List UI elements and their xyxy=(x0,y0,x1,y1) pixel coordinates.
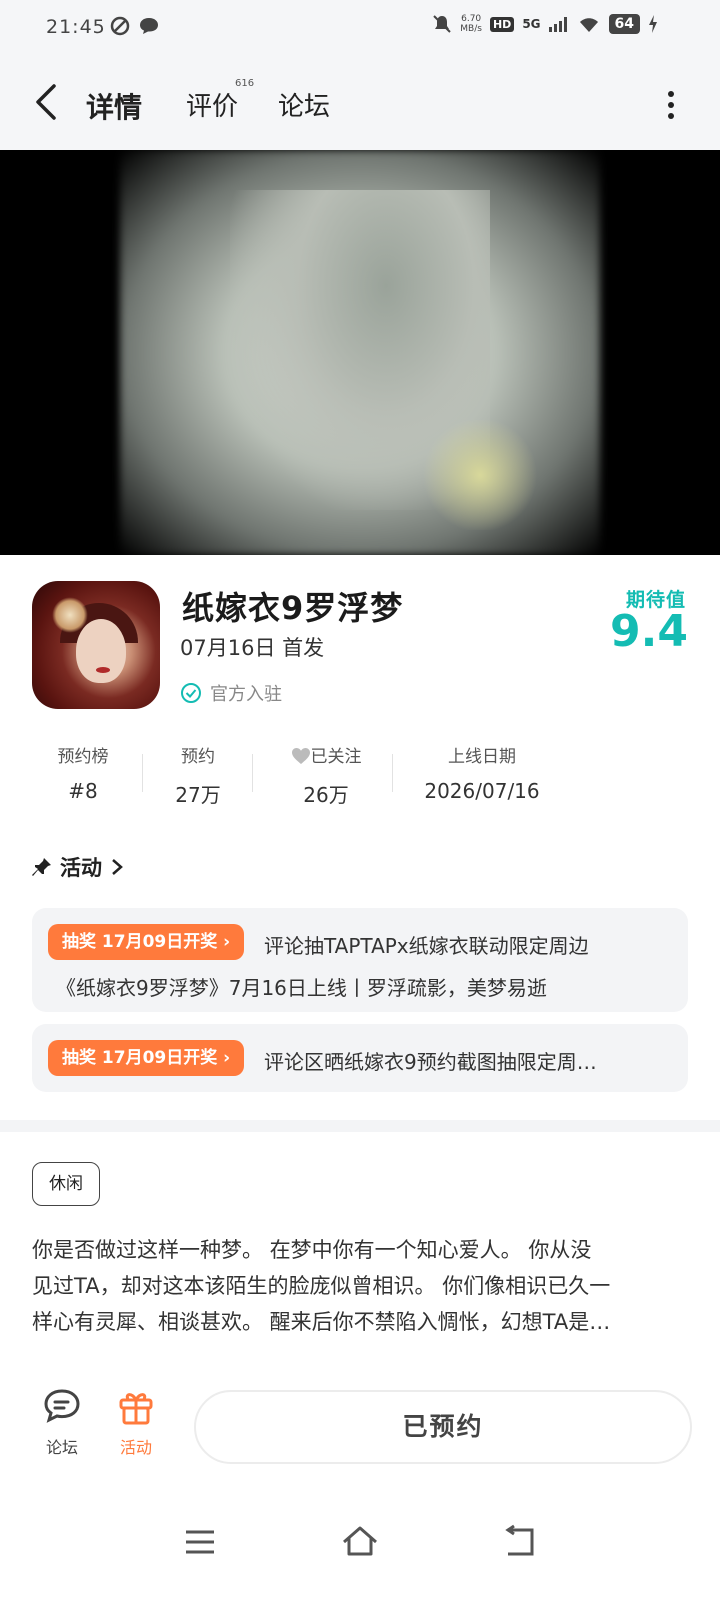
wifi-icon xyxy=(579,18,598,32)
speed-unit: MB/s xyxy=(460,24,482,34)
reserved-button[interactable]: 已预约 xyxy=(194,1390,692,1464)
bell-muted-icon xyxy=(433,15,452,33)
stat-launch-date-value: 2026/07/16 xyxy=(424,779,540,803)
activity-card[interactable]: 抽奖 17月09日开奖 › 评论区晒纸嫁衣9预约截图抽限定周… xyxy=(32,1024,688,1092)
status-time: 21:45 xyxy=(46,16,106,38)
activities-header-label: 活动 xyxy=(60,856,102,880)
review-count-badge: 616 xyxy=(235,78,255,89)
hero-foliage xyxy=(420,420,540,530)
activity-subtitle: 《纸嫁衣9罗浮梦》7月16日上线丨罗浮疏影，美梦易逝 xyxy=(56,976,547,1000)
pin-icon xyxy=(32,858,51,876)
stat-launch-date-label: 上线日期 xyxy=(448,747,516,767)
stat-followed-value: 26万 xyxy=(303,783,349,807)
network-speed: 6.70 MB/s xyxy=(460,14,482,34)
back-arrow-icon[interactable] xyxy=(30,82,64,122)
system-back-icon[interactable] xyxy=(500,1522,540,1562)
network-type: 5G xyxy=(522,17,541,31)
lottery-badge: 抽奖 17月09日开奖 › xyxy=(48,924,245,960)
hero-video[interactable] xyxy=(0,150,720,555)
lottery-badge: 抽奖 17月09日开奖 › xyxy=(48,1040,245,1076)
stat-ranking-label: 预约榜 xyxy=(57,747,109,767)
stat-followed[interactable]: 已关注 26万 xyxy=(280,742,372,808)
stats-row: 预约榜 #8 预约 27万 已关注 26万 上线日期 2026/07/16 xyxy=(0,742,720,812)
activity-title: 评论区晒纸嫁衣9预约截图抽限定周… xyxy=(264,1050,597,1074)
tab-forum-label: 论坛 xyxy=(278,92,331,122)
activity-label: 活动 xyxy=(119,1438,152,1457)
stat-reservations-value: 27万 xyxy=(175,783,221,807)
icon-face xyxy=(76,619,126,683)
stat-ranking-value: #8 xyxy=(68,779,98,803)
tab-review-label: 评价 xyxy=(186,92,239,122)
official-badge: 官方入驻 xyxy=(180,680,282,706)
description-line: 你是否做过这样一种梦。 在梦中你有一个知心爱人。 你从没 xyxy=(32,1238,592,1262)
top-nav-bar: 详情 评价 616 论坛 xyxy=(0,56,720,150)
stat-divider xyxy=(142,754,143,792)
signal-icon xyxy=(548,17,567,32)
expectation-score: 9.4 xyxy=(610,606,688,657)
activities-header[interactable]: 活动 xyxy=(32,852,124,882)
stat-followed-label: 已关注 xyxy=(280,742,372,767)
message-icon xyxy=(140,18,158,34)
more-options-icon[interactable] xyxy=(666,90,676,120)
speed-value: 6.70 xyxy=(461,14,482,24)
tab-review[interactable]: 评价 xyxy=(186,86,238,123)
status-left-icons xyxy=(110,16,160,36)
icon-lip xyxy=(96,667,110,673)
tab-detail[interactable]: 详情 xyxy=(80,86,148,126)
tab-forum[interactable]: 论坛 xyxy=(278,86,330,123)
stat-ranking[interactable]: 预约榜 #8 xyxy=(50,742,116,803)
stat-followed-text: 已关注 xyxy=(310,747,362,767)
stat-launch-date: 上线日期 2026/07/16 xyxy=(420,742,544,803)
forum-button[interactable]: 论坛 xyxy=(32,1386,92,1458)
stat-divider xyxy=(392,754,393,792)
status-bar: 21:45 6.70 MB/s HD 5G 64 xyxy=(0,0,720,56)
activity-button[interactable]: 活动 xyxy=(106,1386,166,1458)
game-description[interactable]: 你是否做过这样一种梦。 在梦中你有一个知心爱人。 你从没 见过TA，却对这本该陌… xyxy=(32,1232,688,1340)
battery-level: 64 xyxy=(608,14,640,34)
activity-title: 评论抽TAPTAPx纸嫁衣联动限定周边 xyxy=(264,934,589,958)
activity-card[interactable]: 抽奖 17月09日开奖 › 评论抽TAPTAPx纸嫁衣联动限定周边 《纸嫁衣9罗… xyxy=(32,908,688,1012)
chevron-right-icon xyxy=(112,859,123,875)
section-divider xyxy=(0,1120,720,1132)
menu-icon[interactable] xyxy=(180,1522,220,1562)
icon-flower xyxy=(52,597,88,633)
forum-chat-icon xyxy=(44,1389,80,1423)
game-title: 纸嫁衣9罗浮梦 xyxy=(182,589,404,627)
status-right-icons: 6.70 MB/s HD 5G 64 xyxy=(432,14,658,34)
home-icon[interactable] xyxy=(340,1522,380,1562)
charging-icon xyxy=(649,15,657,33)
verified-check-icon xyxy=(181,683,201,703)
game-app-icon xyxy=(32,581,160,709)
stat-divider xyxy=(252,754,253,792)
release-date: 07月16日 首发 xyxy=(180,636,325,660)
genre-tag[interactable]: 休闲 xyxy=(32,1162,100,1206)
tab-detail-label: 详情 xyxy=(86,91,143,124)
bottom-action-bar: 论坛 活动 已预约 xyxy=(0,1366,720,1480)
description-line: 见过TA，却对这本该陌生的脸庞似曾相识。 你们像相识已久一 xyxy=(32,1274,611,1298)
app-notification-icon xyxy=(110,16,130,36)
hd-badge: HD xyxy=(489,16,515,32)
heart-icon xyxy=(291,748,310,764)
stat-reservations-label: 预约 xyxy=(181,747,215,767)
system-nav-bar xyxy=(0,1480,720,1600)
stat-reservations: 预约 27万 xyxy=(168,742,228,808)
forum-label: 论坛 xyxy=(45,1438,78,1457)
description-line: 样心有灵犀、相谈甚欢。 醒来后你不禁陷入惆怅，幻想TA是… xyxy=(32,1310,611,1334)
gift-icon xyxy=(119,1393,153,1425)
official-label: 官方入驻 xyxy=(210,684,282,705)
